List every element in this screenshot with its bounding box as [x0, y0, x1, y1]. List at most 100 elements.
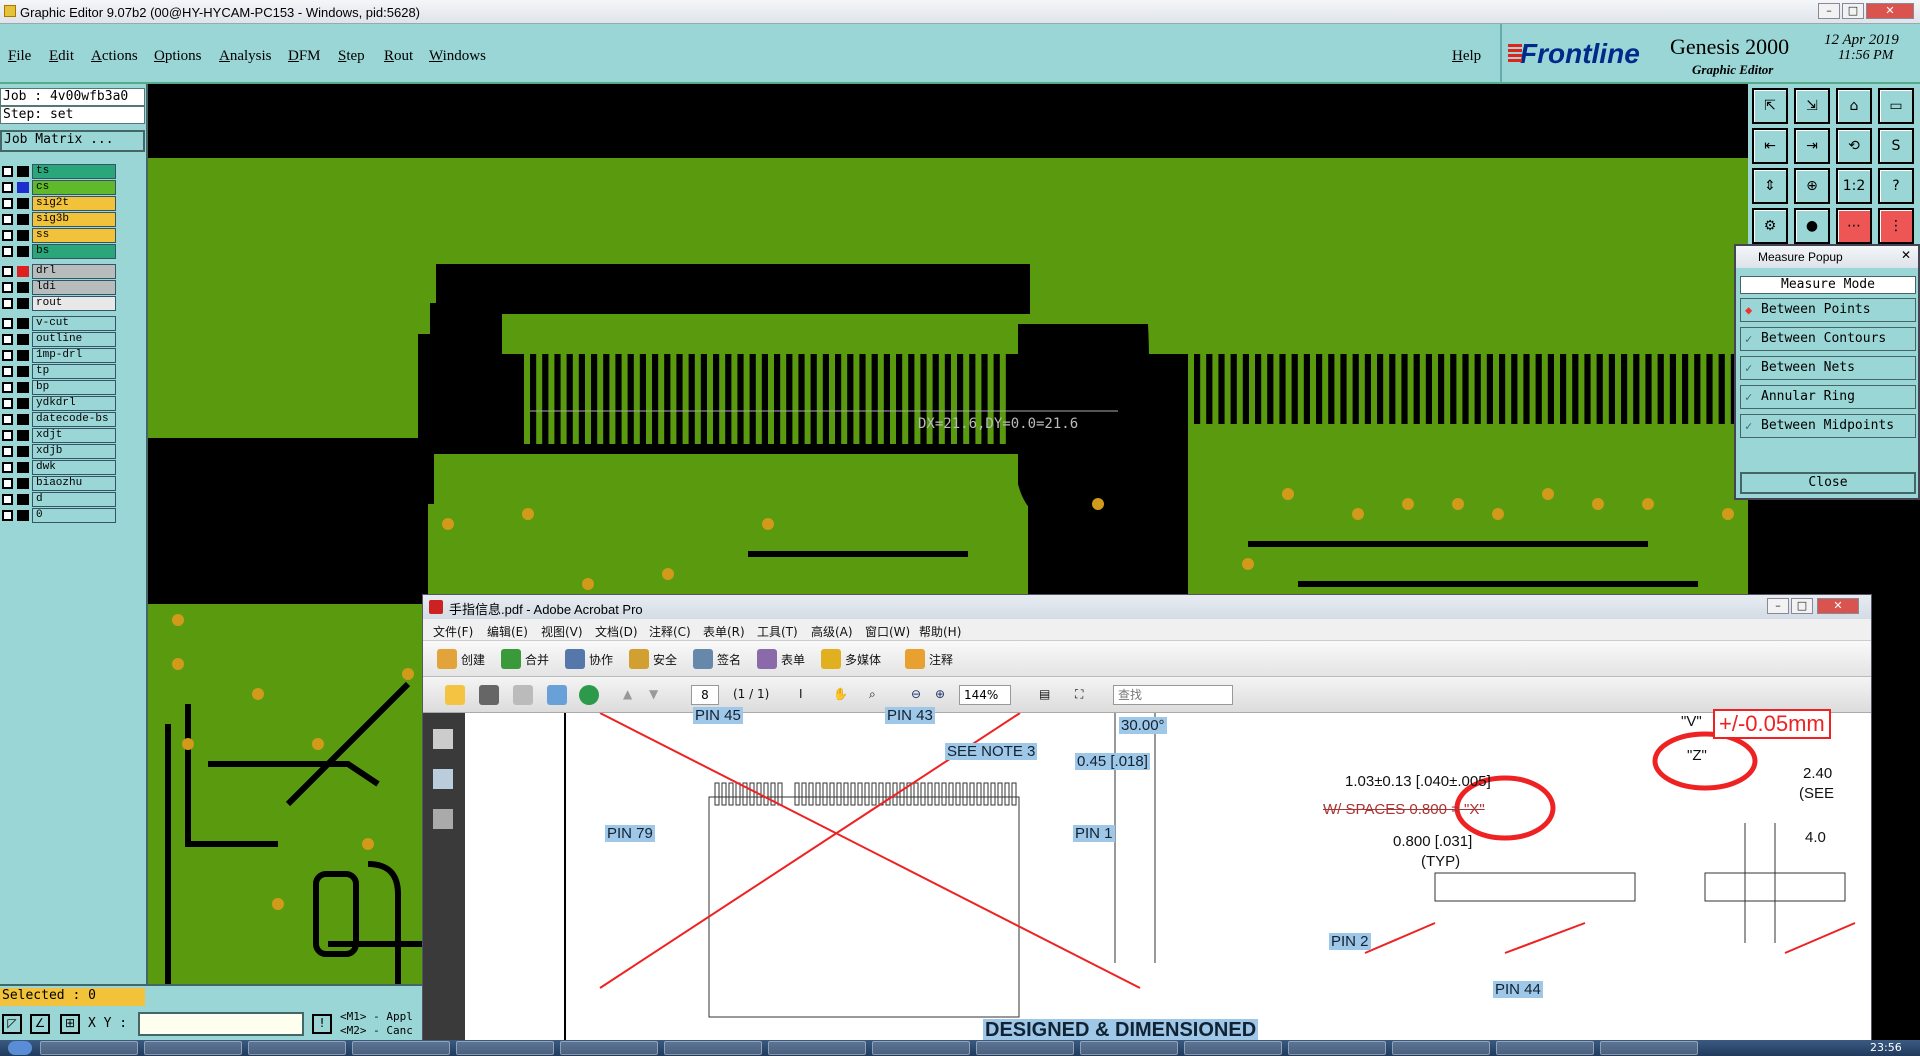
frame-down-icon[interactable]: ⇲: [1794, 88, 1830, 124]
taskbar-item[interactable]: [664, 1041, 762, 1055]
xy-input[interactable]: [138, 1012, 304, 1036]
signatures-panel-icon[interactable]: [433, 809, 453, 829]
layer-row[interactable]: rout: [2, 296, 116, 311]
taskbar-item[interactable]: [1080, 1041, 1178, 1055]
layer-checkbox[interactable]: [2, 198, 13, 209]
acrobat-toolbar-button[interactable]: 协作: [589, 651, 613, 668]
taskbar-item[interactable]: [1392, 1041, 1490, 1055]
acrobat-menu-item[interactable]: 视图(V): [541, 623, 583, 640]
menu-options[interactable]: Options: [154, 48, 202, 65]
layer-row[interactable]: d: [2, 492, 116, 507]
layer-checkbox[interactable]: [2, 494, 13, 505]
snap-icon[interactable]: ⚙: [1752, 208, 1788, 244]
layer-checkbox[interactable]: [2, 266, 13, 277]
acrobat-maximize-button[interactable]: □: [1791, 598, 1813, 614]
acrobat-toolbar-button[interactable]: 合并: [525, 651, 549, 668]
frame-up-icon[interactable]: ⇱: [1752, 88, 1788, 124]
taskbar-item[interactable]: [1496, 1041, 1594, 1055]
taskbar-item[interactable]: [1600, 1041, 1698, 1055]
taskbar-item[interactable]: [352, 1041, 450, 1055]
layer-checkbox[interactable]: [2, 366, 13, 377]
measure-option-between-midpoints[interactable]: ✓ Between Midpoints: [1740, 414, 1916, 438]
layer-checkbox[interactable]: [2, 282, 13, 293]
layer-row[interactable]: bs: [2, 244, 116, 259]
layer-row[interactable]: 1mp-drl: [2, 348, 116, 363]
acrobat-toolbar-button[interactable]: 安全: [653, 651, 677, 668]
web-icon[interactable]: [579, 685, 599, 705]
taskbar-item[interactable]: [1184, 1041, 1282, 1055]
layer-checkbox[interactable]: [2, 382, 13, 393]
layer-checkbox[interactable]: [2, 350, 13, 361]
zoom-level-field[interactable]: 144%: [959, 685, 1011, 705]
layer-checkbox[interactable]: [2, 182, 13, 193]
fit-page-icon[interactable]: ▤: [1039, 687, 1050, 701]
taskbar-item[interactable]: [560, 1041, 658, 1055]
acrobat-menu-item[interactable]: 注释(C): [649, 623, 691, 640]
menu-edit[interactable]: Edit: [49, 48, 74, 65]
acrobat-menu-item[interactable]: 表单(R): [703, 623, 745, 640]
layer-row[interactable]: sig2t: [2, 196, 116, 211]
layer-row[interactable]: 0: [2, 508, 116, 523]
layer-row[interactable]: ts: [2, 164, 116, 179]
select-tool-icon[interactable]: ◸: [2, 1014, 22, 1034]
save-icon[interactable]: [513, 685, 533, 705]
layer-checkbox[interactable]: [2, 334, 13, 345]
acrobat-menu-item[interactable]: 帮助(H): [919, 623, 961, 640]
s-icon[interactable]: S: [1878, 128, 1914, 164]
email-icon[interactable]: [547, 685, 567, 705]
menu-step[interactable]: Step: [338, 48, 365, 65]
layer-row[interactable]: ydkdrl: [2, 396, 116, 411]
minimize-button[interactable]: –: [1818, 3, 1840, 19]
layer-row[interactable]: v-cut: [2, 316, 116, 331]
acrobat-menu-item[interactable]: 文档(D): [595, 623, 638, 640]
layer-checkbox[interactable]: [2, 398, 13, 409]
frame-right-icon[interactable]: ⇥: [1794, 128, 1830, 164]
measure-option-between-nets[interactable]: ✓ Between Nets: [1740, 356, 1916, 380]
measure-tool-icon[interactable]: ∠: [30, 1014, 50, 1034]
acrobat-toolbar-button[interactable]: 创建: [461, 651, 485, 668]
acrobat-toolbar-button[interactable]: 签名: [717, 651, 741, 668]
layer-row[interactable]: ldi: [2, 280, 116, 295]
measure-option-between-contours[interactable]: ✓ Between Contours: [1740, 327, 1916, 351]
acrobat-menu-item[interactable]: 编辑(E): [487, 623, 528, 640]
zoom-in-icon[interactable]: ⊕: [935, 687, 945, 701]
layer-row[interactable]: cs: [2, 180, 116, 195]
layer-row[interactable]: ss: [2, 228, 116, 243]
acrobat-toolbar-button[interactable]: 注释: [929, 651, 953, 668]
layer-row[interactable]: xdjb: [2, 444, 116, 459]
menu-windows[interactable]: Windows: [429, 48, 486, 65]
layer-row[interactable]: bp: [2, 380, 116, 395]
layer-row[interactable]: dwk: [2, 460, 116, 475]
home-icon[interactable]: ⌂: [1836, 88, 1872, 124]
ratio-icon[interactable]: 1:2: [1836, 168, 1872, 204]
layer-row[interactable]: biaozhu: [2, 476, 116, 491]
layer-row[interactable]: drl: [2, 264, 116, 279]
layer-checkbox[interactable]: [2, 246, 13, 257]
taskbar-item[interactable]: [1288, 1041, 1386, 1055]
layer-checkbox[interactable]: [2, 510, 13, 521]
menu-dfm[interactable]: DFM: [288, 48, 321, 65]
taskbar-item[interactable]: [872, 1041, 970, 1055]
pdf-document-view[interactable]: PIN 45 PIN 43 SEE NOTE 3 PIN 79 PIN 1 30…: [423, 707, 1871, 1055]
layer-checkbox[interactable]: [2, 230, 13, 241]
acrobat-minimize-button[interactable]: –: [1767, 598, 1789, 614]
acrobat-menu-item[interactable]: 文件(F): [433, 623, 473, 640]
taskbar-item[interactable]: [976, 1041, 1074, 1055]
next-page-icon[interactable]: ▼: [649, 687, 658, 701]
page-number-input[interactable]: 8: [691, 685, 719, 705]
layer-checkbox[interactable]: [2, 414, 13, 425]
acrobat-menu-item[interactable]: 工具(T): [757, 623, 798, 640]
pan-icon[interactable]: ⟲: [1836, 128, 1872, 164]
hand-icon[interactable]: ✋: [833, 687, 848, 701]
acrobat-toolbar-button[interactable]: 表单: [781, 651, 805, 668]
zoom-out-icon[interactable]: ⊖: [911, 687, 921, 701]
taskbar-item[interactable]: [144, 1041, 242, 1055]
layer-checkbox[interactable]: [2, 462, 13, 473]
layer-checkbox[interactable]: [2, 478, 13, 489]
menu-analysis[interactable]: Analysis: [219, 48, 272, 65]
help-icon[interactable]: ?: [1878, 168, 1914, 204]
acrobat-menu-item[interactable]: 窗口(W): [865, 623, 910, 640]
layer-checkbox[interactable]: [2, 318, 13, 329]
menu-help[interactable]: Help: [1452, 48, 1481, 65]
measure-close-button[interactable]: Close: [1740, 472, 1916, 494]
